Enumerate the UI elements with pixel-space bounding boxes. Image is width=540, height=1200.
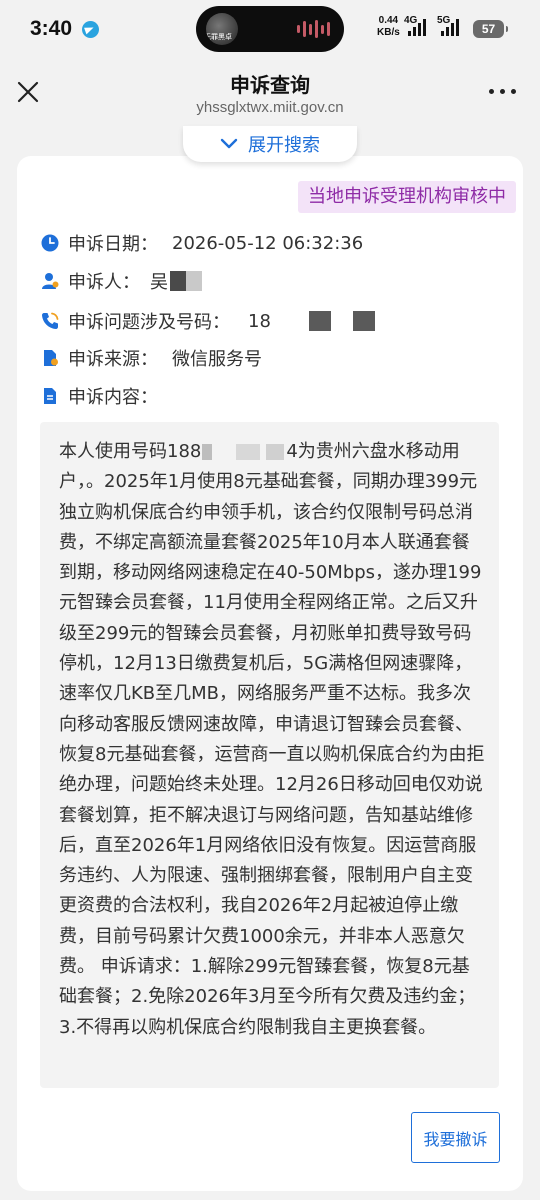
expand-search-label: 展开搜索 bbox=[248, 135, 320, 156]
audio-wave-icon bbox=[297, 20, 330, 38]
redaction-mask bbox=[352, 311, 375, 331]
status-badge: 当地申诉受理机构审核中 bbox=[298, 181, 516, 213]
album-art-icon: 无罪黑卓 bbox=[206, 13, 238, 45]
redaction-mask bbox=[266, 444, 285, 460]
content-part-1: 本人使用号码188 bbox=[59, 441, 202, 462]
redaction-mask bbox=[170, 271, 186, 291]
content-label: 申诉内容： bbox=[68, 387, 158, 408]
complaint-content-text: 本人使用号码188 4为贵州六盘水移动用户，。2025年1月使用8元基础套餐，同期… bbox=[59, 437, 485, 1043]
date-label: 申诉日期： bbox=[68, 234, 158, 255]
clock-icon bbox=[41, 234, 59, 252]
field-complainant: 申诉人： 吴 bbox=[40, 266, 202, 296]
redaction-mask bbox=[308, 311, 331, 331]
app-bar: 申诉查询 yhssglxtwx.miit.gov.cn bbox=[0, 58, 540, 126]
net-speed: 0.44 KB/s bbox=[377, 15, 400, 39]
document-icon bbox=[44, 388, 56, 404]
complainant-value: 吴 bbox=[150, 272, 168, 293]
date-value: 2026-05-12 06:32:36 bbox=[172, 232, 364, 254]
battery-icon: 57 bbox=[473, 20, 508, 38]
net-speed-unit: KB/s bbox=[377, 27, 400, 38]
page-url: yhssglxtwx.miit.gov.cn bbox=[196, 99, 344, 116]
expand-search-button[interactable]: 展开搜索 bbox=[183, 126, 357, 162]
phone-label: 申诉问题涉及号码： bbox=[68, 312, 230, 333]
field-content: 申诉内容： bbox=[40, 381, 158, 411]
status-time: 3:40 bbox=[30, 17, 73, 40]
page-title: 申诉查询 bbox=[230, 73, 310, 97]
field-date: 申诉日期： 2026-05-12 06:32:36 bbox=[40, 228, 363, 258]
dynamic-island[interactable]: 无罪黑卓 bbox=[196, 6, 344, 52]
phone-icon bbox=[42, 312, 59, 329]
phone-value: 18 bbox=[248, 310, 271, 332]
status-bar: 3:40 无罪黑卓 0.44 KB/s 4G 5G 57 bbox=[0, 0, 540, 58]
telegram-icon bbox=[82, 21, 99, 38]
battery-level: 57 bbox=[481, 22, 496, 36]
redaction-mask bbox=[236, 444, 261, 460]
field-source: 申诉来源： 微信服务号 bbox=[40, 343, 262, 373]
person-icon bbox=[42, 273, 59, 289]
field-phone: 申诉问题涉及号码： 18 bbox=[40, 306, 375, 336]
redaction-mask bbox=[186, 271, 202, 291]
source-value: 微信服务号 bbox=[172, 349, 262, 370]
withdraw-button[interactable]: 我要撤诉 bbox=[411, 1112, 500, 1163]
complaint-content-box: 本人使用号码188 4为贵州六盘水移动用户，。2025年1月使用8元基础套餐，同期… bbox=[40, 422, 499, 1088]
content-part-2: 4为贵州六盘水移动用户，。2025年1月使用8元基础套餐，同期办理399元独立购… bbox=[59, 441, 485, 1038]
redaction-mask bbox=[202, 444, 213, 460]
complainant-label: 申诉人： bbox=[68, 272, 140, 293]
source-label: 申诉来源： bbox=[68, 349, 158, 370]
chevron-down-icon bbox=[220, 138, 238, 149]
island-text: 无罪黑卓 bbox=[206, 33, 232, 41]
source-icon bbox=[44, 350, 58, 366]
signal-icon-2 bbox=[441, 18, 459, 36]
signal-icon bbox=[408, 18, 426, 36]
net-speed-value: 0.44 bbox=[378, 15, 399, 26]
more-icon[interactable] bbox=[489, 89, 516, 94]
